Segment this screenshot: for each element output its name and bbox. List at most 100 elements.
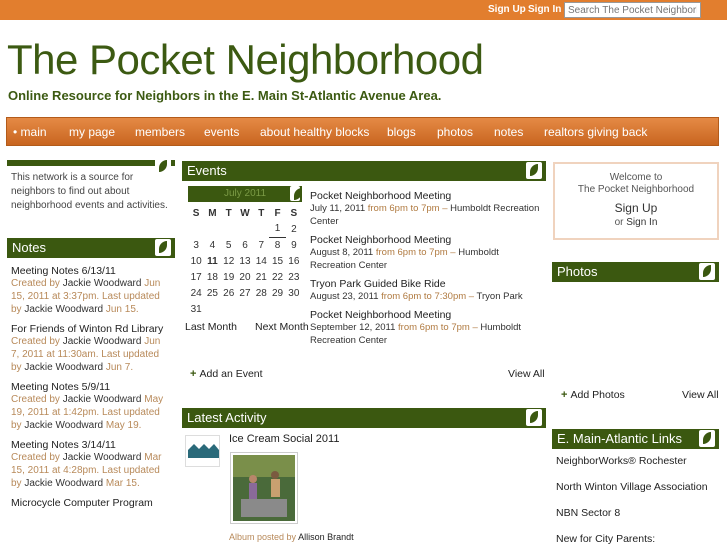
note-meta-label: Created by <box>11 452 60 463</box>
calendar-day <box>221 301 237 317</box>
welcome-text: Welcome to <box>609 172 663 183</box>
prev-month-link[interactable]: Last Month <box>185 321 237 333</box>
calendar-day-header: M <box>208 207 217 219</box>
calendar-day: 22 <box>271 271 284 283</box>
top-bar: Sign Up Sign In <box>0 0 727 20</box>
nav-item-blogs[interactable]: blogs <box>387 125 416 139</box>
event-title[interactable]: Pocket Neighborhood Meeting <box>310 190 542 202</box>
note-author[interactable]: Jackie Woodward <box>24 362 103 373</box>
nav-item-members[interactable]: members <box>135 125 185 139</box>
link-neighborworks[interactable]: NeighborWorks® Rochester <box>556 455 715 467</box>
activity-heading: Latest Activity <box>182 408 546 428</box>
photos-view-all-link[interactable]: View All <box>682 389 719 401</box>
calendar-day: 8 <box>274 239 281 251</box>
plus-icon: + <box>561 389 568 401</box>
site-title[interactable]: The Pocket Neighborhood <box>7 36 484 84</box>
activity-heading-label[interactable]: Latest Activity <box>187 410 266 425</box>
nav-item-events[interactable]: events <box>204 125 239 139</box>
event-time: from 6pm to 7pm – <box>375 247 456 258</box>
nav-item-healthy-blocks[interactable]: about healthy blocks <box>260 125 369 139</box>
signup-link[interactable]: Sign Up <box>488 4 526 15</box>
note-meta: Created by Jackie Woodward May 19, 2011 … <box>11 393 171 432</box>
next-month-link[interactable]: Next Month <box>255 321 309 333</box>
notes-heading-label[interactable]: Notes <box>12 240 46 255</box>
calendar-day: 9 <box>291 239 297 251</box>
note-author[interactable]: Jackie Woodward <box>63 336 142 347</box>
event-title[interactable]: Pocket Neighborhood Meeting <box>310 309 542 321</box>
note-author[interactable]: Jackie Woodward <box>63 452 142 463</box>
calendar-day: 20 <box>239 271 251 283</box>
photos-heading-label[interactable]: Photos <box>557 264 597 279</box>
leaf-icon <box>155 239 171 256</box>
note-author[interactable]: Jackie Woodward <box>24 304 103 315</box>
event-meta: September 12, 2011 from 6pm to 7pm – Hum… <box>310 321 542 347</box>
calendar-day <box>204 301 220 317</box>
link-north-winton[interactable]: North Winton Village Association <box>556 481 715 493</box>
add-photos-link[interactable]: + Add Photos <box>561 389 625 401</box>
event-meta: July 11, 2011 from 6pm to 7pm – Humboldt… <box>310 202 542 228</box>
note-date: Jun 7. <box>105 362 134 373</box>
note-date: Jun 15. <box>105 304 139 315</box>
note-title[interactable]: Meeting Notes 6/13/11 <box>11 265 171 277</box>
site-subtitle: Online Resource for Neighbors in the E. … <box>8 88 442 103</box>
list-item: Meeting Notes 5/9/11 Created by Jackie W… <box>11 381 171 432</box>
nav-item-my-page[interactable]: my page <box>69 125 115 139</box>
event-meta: August 8, 2011 from 6pm to 7pm – Humbold… <box>310 246 542 272</box>
note-author[interactable]: Jackie Woodward <box>63 394 142 405</box>
list-item: Pocket Neighborhood Meeting July 11, 201… <box>310 190 542 228</box>
calendar-day: 14 <box>255 255 267 267</box>
note-meta: Created by Jackie Woodward Jun 15, 2011 … <box>11 277 171 316</box>
calendar-day-header: S <box>192 207 200 219</box>
event-date: September 12, 2011 <box>310 322 396 333</box>
calendar-day: 23 <box>288 271 300 283</box>
album-photo[interactable] <box>230 452 298 524</box>
event-title[interactable]: Tryon Park Guided Bike Ride <box>310 278 542 290</box>
calendar-month: July 2011 <box>188 186 302 202</box>
add-photos-label[interactable]: Add Photos <box>571 389 625 401</box>
activity-item-title[interactable]: Ice Cream Social 2011 <box>229 433 339 445</box>
note-title[interactable]: Meeting Notes 3/14/11 <box>11 439 171 451</box>
note-author[interactable]: Jackie Woodward <box>24 420 103 431</box>
event-title[interactable]: Pocket Neighborhood Meeting <box>310 234 542 246</box>
note-author[interactable]: Jackie Woodward <box>24 478 103 489</box>
nav-item-main[interactable]: • main <box>13 125 47 139</box>
welcome-signin-link[interactable]: Sign In <box>626 217 657 228</box>
calendar-day-header: T <box>258 207 265 219</box>
notes-heading: Notes <box>7 238 175 258</box>
calendar-day: 12 <box>223 255 235 267</box>
list-item: For Friends of Winton Rd Library Created… <box>11 323 171 374</box>
calendar-day <box>237 221 253 237</box>
note-title[interactable]: Meeting Notes 5/9/11 <box>11 381 171 393</box>
calendar-day: 27 <box>239 287 251 299</box>
events-heading-label[interactable]: Events <box>187 163 227 178</box>
link-nbn-sector[interactable]: NBN Sector 8 <box>556 507 715 519</box>
welcome-box: Welcome to The Pocket Neighborhood Sign … <box>553 162 719 240</box>
add-event-label[interactable]: Add an Event <box>200 368 263 380</box>
note-meta: Created by Jackie Woodward Jun 7, 2011 a… <box>11 335 171 374</box>
leaf-icon <box>699 430 715 447</box>
welcome-signup-link[interactable]: Sign Up <box>555 201 717 215</box>
add-event-link[interactable]: + Add an Event <box>190 368 263 380</box>
signin-link[interactable]: Sign In <box>528 4 561 15</box>
calendar-day: 13 <box>239 255 251 267</box>
calendar-day[interactable]: 11 <box>204 253 220 269</box>
activity-poster[interactable]: Allison Brandt <box>298 532 354 542</box>
activity-meta: Album posted by Allison Brandt <box>229 532 354 542</box>
activity-meta-label: Album posted by <box>229 532 297 542</box>
events-view-all-link[interactable]: View All <box>508 368 545 380</box>
links-heading-label[interactable]: E. Main-Atlantic Links <box>557 431 682 446</box>
calendar-day <box>237 301 253 317</box>
search-input[interactable] <box>564 2 701 18</box>
nav-item-photos[interactable]: photos <box>437 125 473 139</box>
event-place: Tryon Park <box>476 291 523 302</box>
calendar-day: 3 <box>193 239 199 251</box>
event-time: from 6pm to 7pm – <box>367 203 448 214</box>
calendar-day: 17 <box>190 271 202 283</box>
photos-heading: Photos <box>552 262 719 282</box>
nav-item-notes[interactable]: notes <box>494 125 523 139</box>
note-title[interactable]: Microcycle Computer Program <box>11 497 171 509</box>
note-author[interactable]: Jackie Woodward <box>63 278 142 289</box>
note-title[interactable]: For Friends of Winton Rd Library <box>11 323 171 335</box>
nav-item-realtors[interactable]: realtors giving back <box>544 125 647 139</box>
leaf-icon <box>699 263 715 280</box>
